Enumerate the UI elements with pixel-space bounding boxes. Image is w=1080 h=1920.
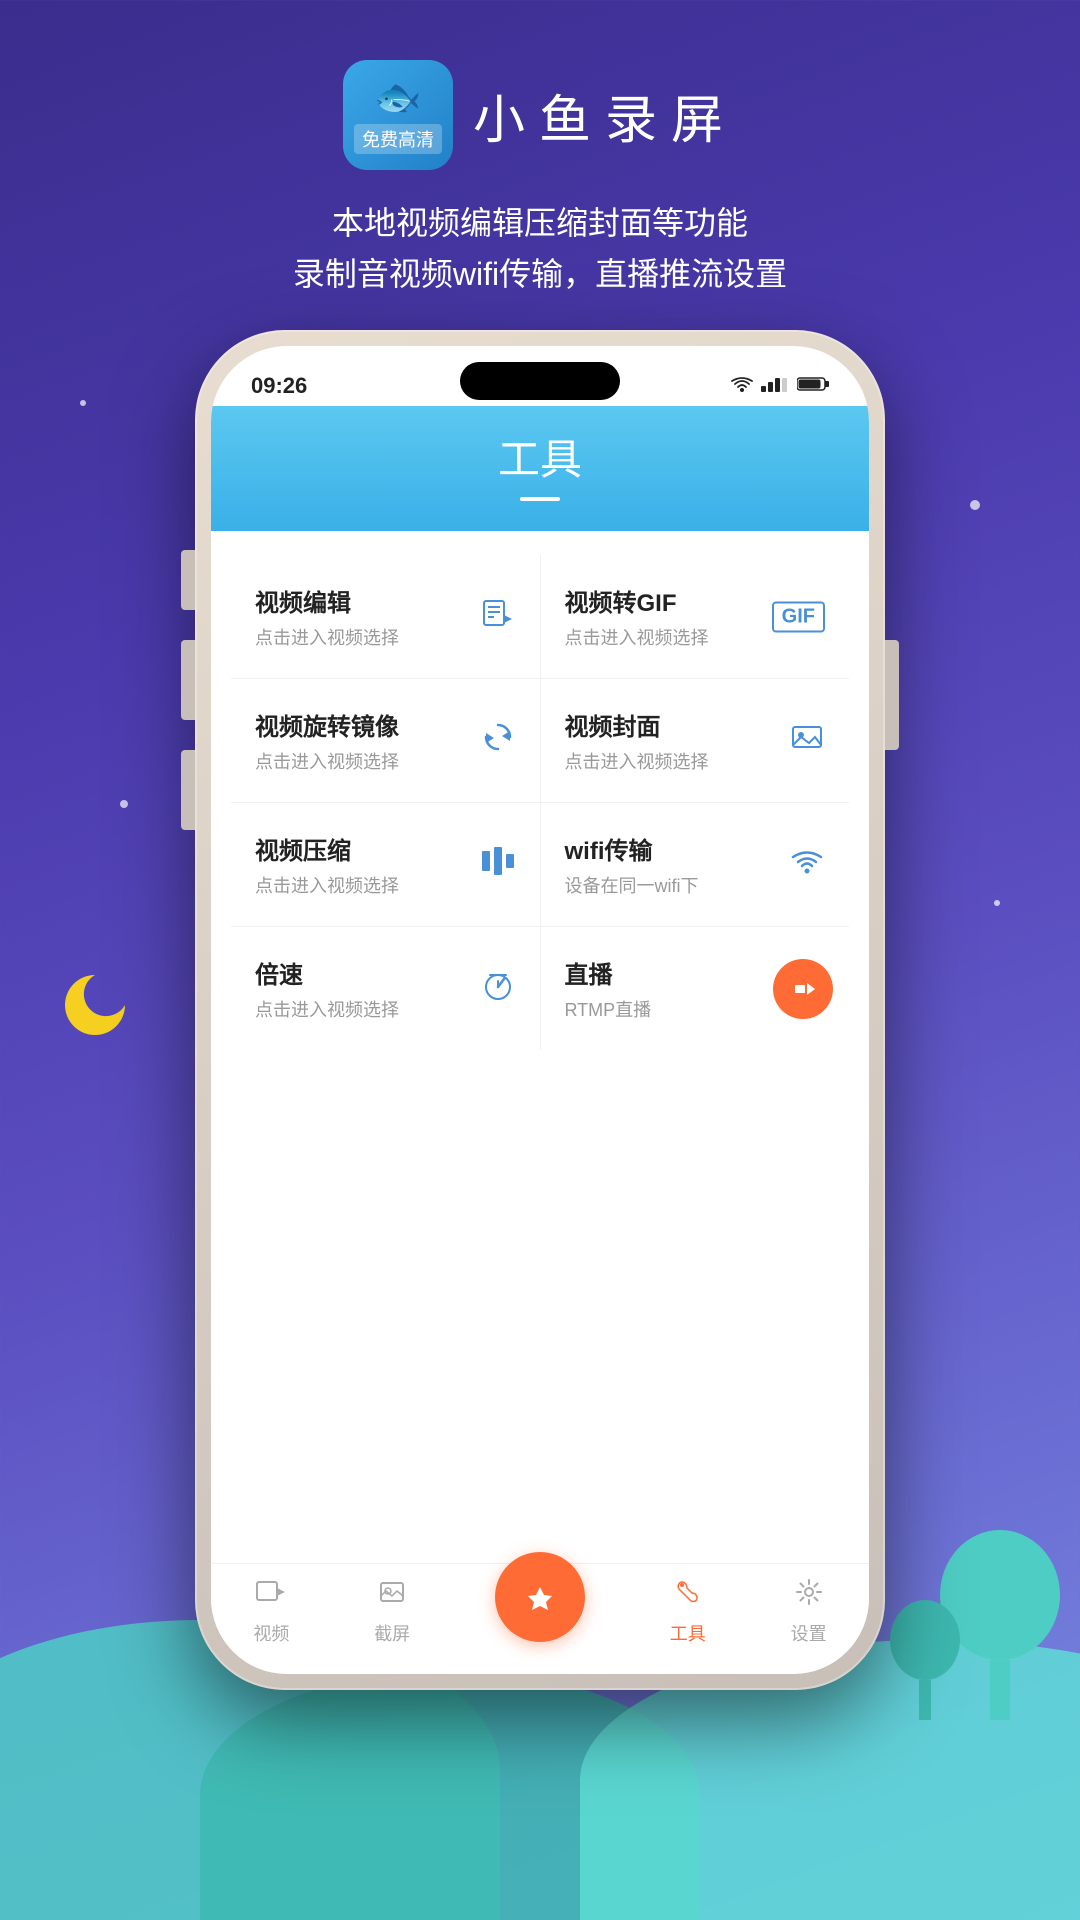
tool-row-4: 倍速 点击进入视频选择 直播 RTMP直播 xyxy=(231,927,849,1050)
wifi-status-icon xyxy=(731,376,753,397)
nav-settings-icon xyxy=(795,1578,823,1614)
small-tree-decoration xyxy=(890,1600,960,1720)
page-header: 🐟 免费高清 小鱼录屏 本地视频编辑压缩封面等功能 录制音视频wifi传输，直播… xyxy=(0,0,1080,300)
nav-fab-center[interactable] xyxy=(495,1552,585,1642)
tool-video-gif[interactable]: 视频转GIF 点击进入视频选择 GIF xyxy=(541,555,850,678)
bottom-navigation: 视频 截屏 工具 xyxy=(211,1563,869,1674)
app-header-bar: 工具 xyxy=(211,406,869,531)
phone-mockup: 09:26 工具 xyxy=(195,330,885,1690)
tool-speed[interactable]: 倍速 点击进入视频选择 xyxy=(231,927,541,1050)
tool-live[interactable]: 直播 RTMP直播 xyxy=(541,927,850,1050)
moon-decoration xyxy=(55,960,145,1055)
tool-rotate[interactable]: 视频旋转镜像 点击进入视频选择 xyxy=(231,679,541,802)
nav-video-icon xyxy=(255,1578,287,1614)
app-subtitle: 本地视频编辑压缩封面等功能 录制音视频wifi传输，直播推流设置 xyxy=(293,198,787,300)
signal-status-icon xyxy=(761,376,789,397)
live-fab-button[interactable] xyxy=(773,959,833,1019)
nav-video[interactable]: 视频 xyxy=(253,1578,289,1646)
nav-screenshot[interactable]: 截屏 xyxy=(374,1578,410,1646)
dynamic-island xyxy=(460,362,620,400)
tool-row-1: 视频编辑 点击进入视频选择 视频转GIF 点击进入视频选择 GIF xyxy=(231,555,849,679)
nav-tools[interactable]: 工具 xyxy=(670,1578,706,1646)
tool-video-edit[interactable]: 视频编辑 点击进入视频选择 xyxy=(231,555,541,678)
rotate-icon xyxy=(480,719,516,763)
tool-wifi[interactable]: wifi传输 设备在同一wifi下 xyxy=(541,803,850,926)
nav-screenshot-icon xyxy=(378,1578,406,1614)
tool-cover[interactable]: 视频封面 点击进入视频选择 xyxy=(541,679,850,802)
tool-row-2: 视频旋转镜像 点击进入视频选择 视频封面 点击进入视频选择 xyxy=(231,679,849,803)
nav-settings[interactable]: 设置 xyxy=(791,1578,827,1646)
tool-row-3: 视频压缩 点击进入视频选择 wifi传输 设备在同一wifi下 xyxy=(231,803,849,927)
video-edit-icon xyxy=(480,595,516,639)
title-underline xyxy=(520,497,560,501)
tool-grid: 视频编辑 点击进入视频选择 视频转GIF 点击进入视频选择 GIF xyxy=(231,555,849,1050)
app-icon: 🐟 免费高清 xyxy=(343,60,453,170)
status-time: 09:26 xyxy=(251,373,307,399)
compress-icon xyxy=(480,843,516,887)
app-title: 小鱼录屏 xyxy=(473,78,737,153)
gif-badge: GIF xyxy=(772,601,825,632)
tool-compress[interactable]: 视频压缩 点击进入视频选择 xyxy=(231,803,541,926)
wifi-icon xyxy=(789,843,825,887)
cover-icon xyxy=(789,719,825,763)
battery-status-icon xyxy=(797,376,829,397)
nav-tools-icon xyxy=(674,1578,702,1614)
speed-icon xyxy=(480,967,516,1011)
screen-title: 工具 xyxy=(211,426,869,487)
